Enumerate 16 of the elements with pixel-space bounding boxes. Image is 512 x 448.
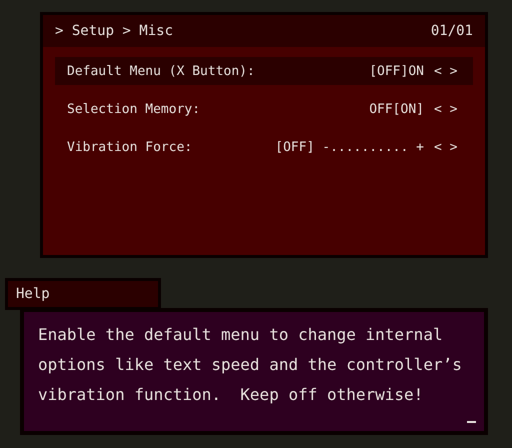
option-value: [OFF]ON (368, 64, 424, 78)
option-label: Selection Memory: (67, 102, 202, 116)
breadcrumb: > Setup > Misc (55, 23, 174, 39)
option-row[interactable]: Selection Memory: OFF[ON] < > (55, 95, 473, 123)
option-arrows[interactable]: < > (434, 140, 458, 154)
option-value: [OFF] -.......... + (274, 140, 424, 154)
page-counter: 01/01 (430, 23, 473, 39)
option-arrows[interactable]: < > (434, 102, 458, 116)
help-title: Help (16, 286, 50, 302)
option-value: OFF[ON] (368, 102, 424, 116)
option-row[interactable]: Default Menu (X Button): [OFF]ON < > (55, 57, 473, 85)
option-label: Vibration Force: (67, 140, 194, 154)
option-label: Default Menu (X Button): (67, 64, 256, 78)
option-row[interactable]: Vibration Force: [OFF] -.......... + < > (55, 133, 473, 161)
help-text: Enable the default menu to change internal options like text speed and the controller’s vibration function. Keep off otherwise! (38, 324, 463, 406)
option-arrows[interactable]: < > (434, 64, 458, 78)
